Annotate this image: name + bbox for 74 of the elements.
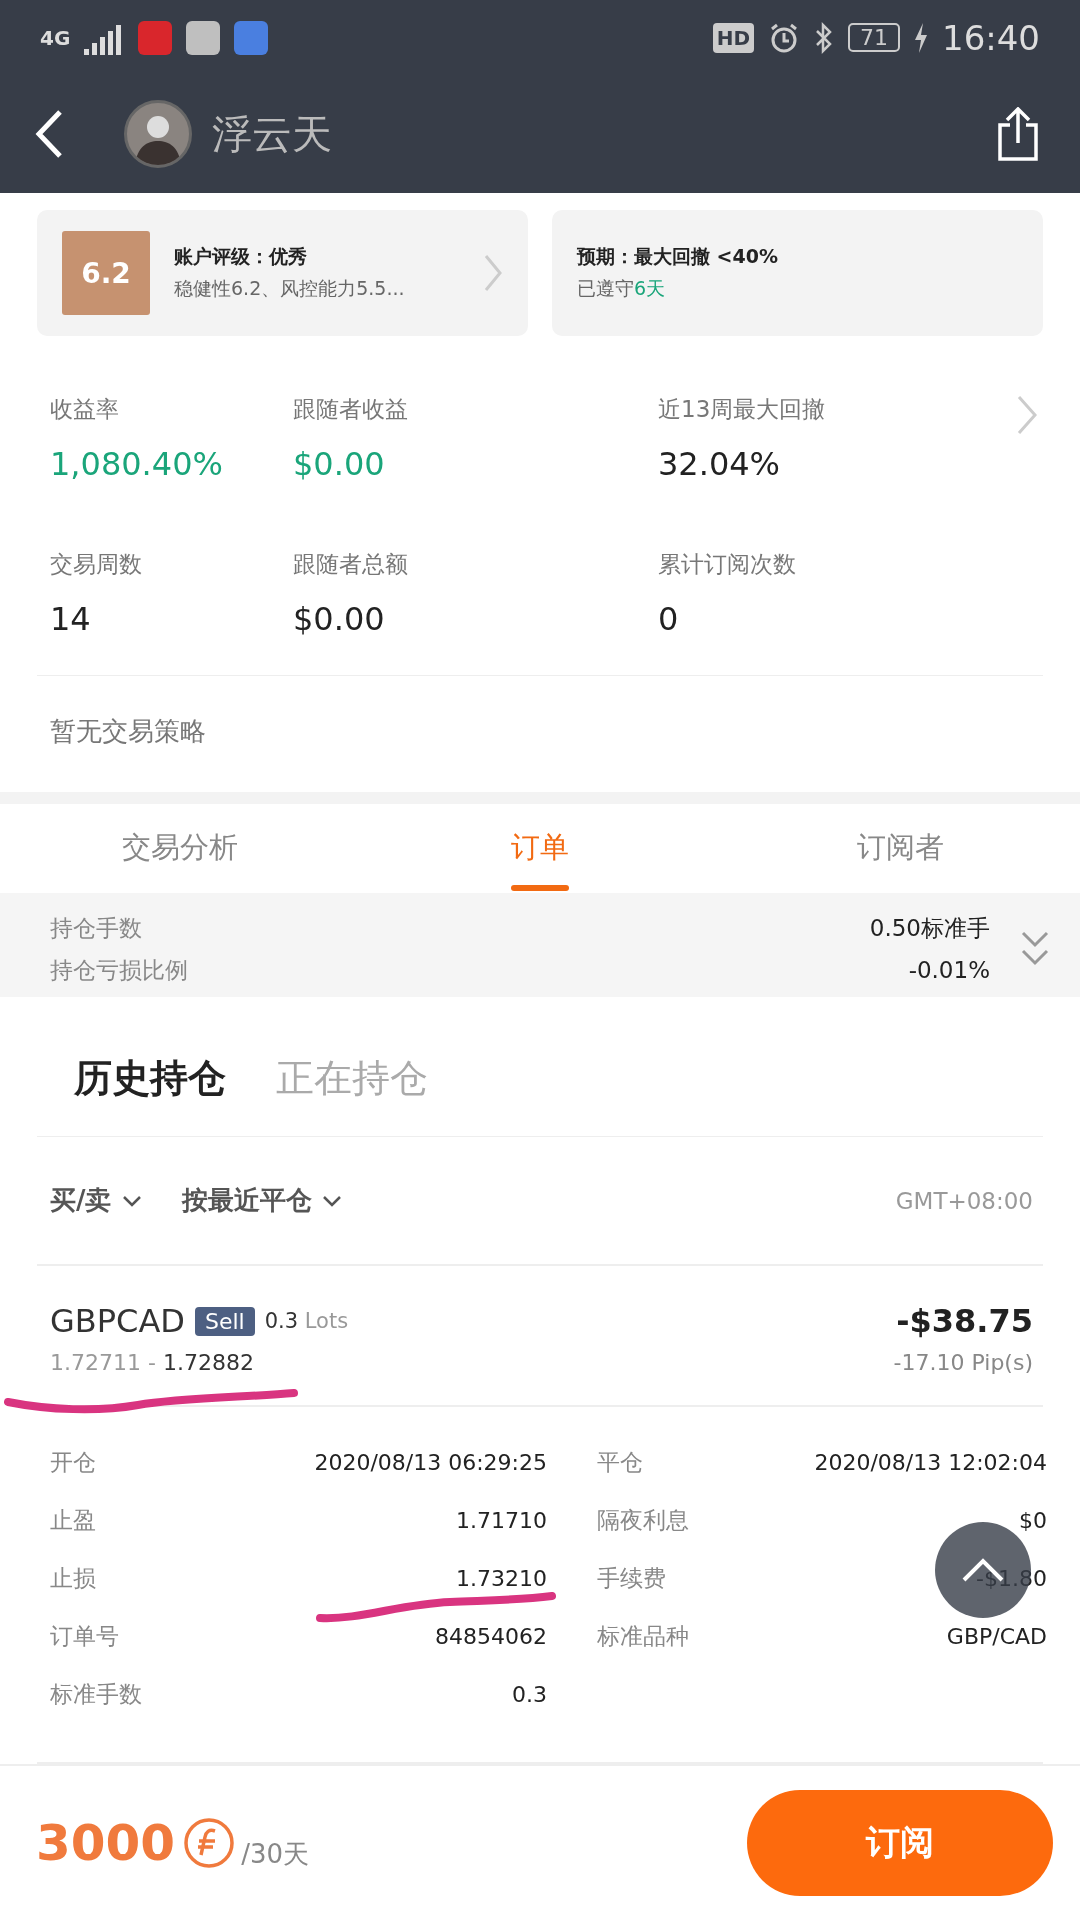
alarm-icon <box>768 21 800 54</box>
subscribe-button[interactable]: 订阅 <box>747 1790 1053 1897</box>
stat-value: $0.00 <box>293 600 386 638</box>
stat-value: 0 <box>658 600 680 638</box>
stat-value: 1,080.40% <box>50 445 224 483</box>
charging-icon <box>914 22 928 53</box>
profit-value: -$38.75 <box>896 1302 1033 1341</box>
stat-label: 累计订阅次数 <box>658 550 797 579</box>
detail-label: 手续费 <box>596 1564 667 1594</box>
back-icon[interactable] <box>34 109 64 159</box>
detail-label: 订单号 <box>50 1622 120 1652</box>
detail-label: 止盈 <box>50 1506 97 1536</box>
stat-label: 交易周数 <box>50 550 143 579</box>
expectation-title: 预期：最大回撤 <40% <box>577 244 779 269</box>
tab[interactable]: 交易分析 <box>0 804 360 893</box>
stat-label: 跟随者总额 <box>293 550 409 579</box>
rating-card[interactable]: 6.2 账户评级：优秀 稳健性6.2、风控能力5.5... <box>37 210 528 336</box>
lots-text: 0.3 Lots <box>264 1309 349 1334</box>
detail-value: 1.71710 <box>456 1508 547 1534</box>
detail-label: 开仓 <box>50 1448 97 1478</box>
price-value: 3000 <box>36 1814 176 1873</box>
rating-score: 6.2 <box>62 231 150 315</box>
detail-label: 隔夜利息 <box>596 1506 690 1536</box>
filter-dropdown[interactable]: 按最近平仓 <box>181 1183 342 1219</box>
rating-title: 账户评级：优秀 <box>174 244 308 269</box>
stat-label: 近13周最大回撤 <box>658 395 827 424</box>
detail-label: 止损 <box>50 1564 97 1594</box>
app-icon <box>186 20 221 55</box>
tab[interactable]: 历史持仓 <box>74 1052 226 1104</box>
tab[interactable]: 订单 <box>360 804 720 893</box>
detail-value: 84854062 <box>435 1624 547 1650</box>
clock-time: 16:40 <box>942 17 1040 58</box>
summary-label: 持仓亏损比例 <box>50 955 189 985</box>
filter-dropdown[interactable]: 买/卖 <box>50 1183 142 1219</box>
stat-label: 收益率 <box>50 395 120 424</box>
trader-name: 浮云天 <box>212 109 332 159</box>
rating-subtitle: 稳健性6.2、风控能力5.5... <box>174 276 406 301</box>
detail-value: GBP/CAD <box>946 1624 1047 1650</box>
detail-value: 2020/08/13 06:29:25 <box>314 1450 547 1476</box>
chevron-right-icon <box>483 253 503 293</box>
symbol-name: GBPCAD <box>50 1302 185 1341</box>
strategy-text: 暂无交易策略 <box>49 715 207 749</box>
network-label: 4G <box>40 27 71 48</box>
timezone-label: GMT+08:00 <box>895 1187 1033 1214</box>
stat-label: 跟随者收益 <box>293 395 409 424</box>
coin-icon <box>183 1817 236 1870</box>
stat-value: 32.04% <box>658 445 781 483</box>
battery-indicator: 71 <box>848 23 900 52</box>
detail-label: 标准手数 <box>50 1680 143 1710</box>
caret-icon <box>321 1193 342 1208</box>
hd-badge: HD <box>712 22 754 53</box>
detail-value: $0 <box>1019 1508 1047 1534</box>
compliance-text: 已遵守6天 <box>577 276 667 301</box>
detail-value: 0.3 <box>512 1682 547 1708</box>
bluetooth-icon <box>814 21 834 54</box>
summary-value: 0.50标准手 <box>869 913 990 943</box>
stat-value: 14 <box>50 600 92 638</box>
share-icon[interactable] <box>996 107 1040 161</box>
detail-label: 标准品种 <box>596 1622 690 1652</box>
summary-label: 持仓手数 <box>50 913 143 943</box>
app-icon <box>138 20 173 55</box>
stat-value: $0.00 <box>293 445 386 483</box>
pips-value: -17.10 Pip(s) <box>893 1350 1033 1376</box>
app-icon <box>234 20 269 55</box>
summary-value: -0.01% <box>907 955 990 985</box>
caret-icon <box>121 1193 142 1208</box>
price-range: 1.72711 - 1.72882 <box>50 1350 254 1376</box>
period-text: /30天 <box>241 1838 309 1871</box>
side-badge: Sell <box>194 1306 255 1336</box>
tab[interactable]: 正在持仓 <box>276 1052 428 1104</box>
detail-label: 平仓 <box>596 1448 644 1478</box>
tab[interactable]: 订阅者 <box>720 804 1080 893</box>
detail-value: 1.73210 <box>456 1566 547 1592</box>
detail-value: 2020/08/13 12:02:04 <box>814 1450 1047 1476</box>
